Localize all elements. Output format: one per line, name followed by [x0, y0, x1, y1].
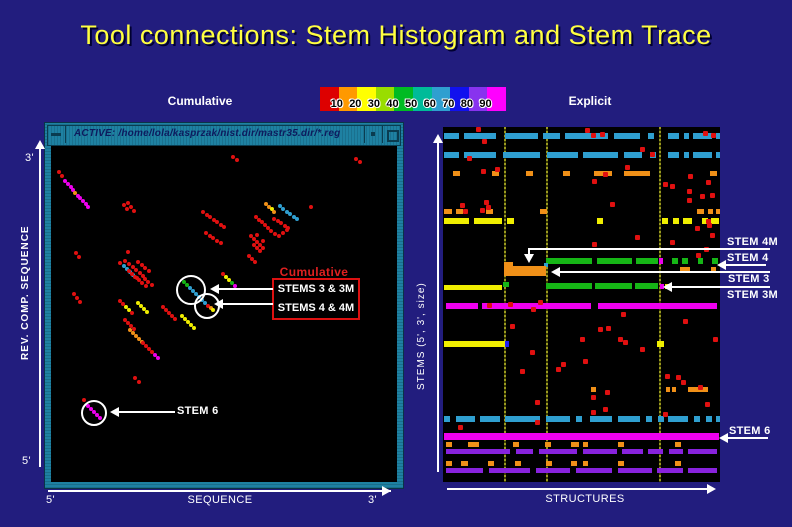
annotation-line: [726, 437, 768, 439]
stems-4-label: STEMS 4 & 4M: [274, 299, 358, 318]
annotation-line: [437, 140, 439, 472]
stem-trace-plot: [443, 127, 720, 482]
color-scale-value: 80: [461, 98, 473, 110]
dash-icon: [51, 133, 61, 136]
arrowhead-icon: [433, 134, 443, 143]
color-scale-value: 40: [386, 98, 398, 110]
arrowhead-icon: [719, 433, 728, 443]
left-xaxis-end: 3': [368, 494, 377, 506]
cumulative-annotation: Cumulative: [266, 265, 362, 279]
right-yaxis-label: STEMS (5', 3', size): [416, 200, 427, 390]
color-scale-bar: 10 20 30 40 50 60 70 80 90: [320, 87, 506, 111]
stem-3m-label: STEM 3M: [727, 289, 778, 301]
left-yaxis-bottom: 5': [22, 455, 31, 467]
annotation-line: [722, 264, 766, 266]
window-titlebar[interactable]: ACTIVE: /home/lola/kasprzak/nist.dir/mas…: [47, 125, 401, 146]
annotation-line: [39, 146, 41, 467]
color-scale-value: 50: [405, 98, 417, 110]
window-title: ACTIVE: /home/lola/kasprzak/nist.dir/mas…: [74, 128, 340, 139]
left-xaxis-start: 5': [46, 494, 55, 506]
cumulative-legend-label: Cumulative: [160, 94, 240, 108]
stem6-left-label: STEM 6: [177, 405, 219, 417]
stem-6-label: STEM 6: [729, 425, 771, 437]
stem-3-label: STEM 3: [728, 273, 770, 285]
minimize-button[interactable]: [364, 126, 382, 143]
color-scale-value: 20: [349, 98, 361, 110]
annotation-line: [48, 490, 391, 492]
window-menu-button[interactable]: [48, 126, 66, 143]
square-icon: [387, 130, 399, 142]
stem-4-label: STEM 4: [727, 252, 769, 264]
maximize-button[interactable]: [382, 126, 400, 143]
arrowhead-icon: [707, 484, 716, 494]
stems-annotation-box: STEMS 3 & 3M STEMS 4 & 4M: [272, 278, 360, 320]
color-scale-value: 30: [368, 98, 380, 110]
color-scale-value: 70: [442, 98, 454, 110]
color-scale-value: 10: [331, 98, 343, 110]
right-xaxis-label: STRUCTURES: [520, 493, 650, 505]
color-scale-value: 60: [424, 98, 436, 110]
left-xaxis-label: SEQUENCE: [150, 494, 290, 506]
stems-3-label: STEMS 3 & 3M: [274, 280, 358, 299]
color-scale-value: 90: [479, 98, 491, 110]
page-title: Tool connections: Stem Histogram and Ste…: [0, 20, 792, 51]
slide: Tool connections: Stem Histogram and Ste…: [0, 0, 792, 527]
left-yaxis-label: REV. COMP. SEQUENCE: [20, 228, 31, 360]
explicit-legend-label: Explicit: [550, 94, 630, 108]
left-yaxis-top: 3': [25, 152, 34, 164]
stem-4m-label: STEM 4M: [727, 236, 778, 248]
dot-icon: [371, 132, 375, 136]
annotation-line: [447, 488, 713, 490]
